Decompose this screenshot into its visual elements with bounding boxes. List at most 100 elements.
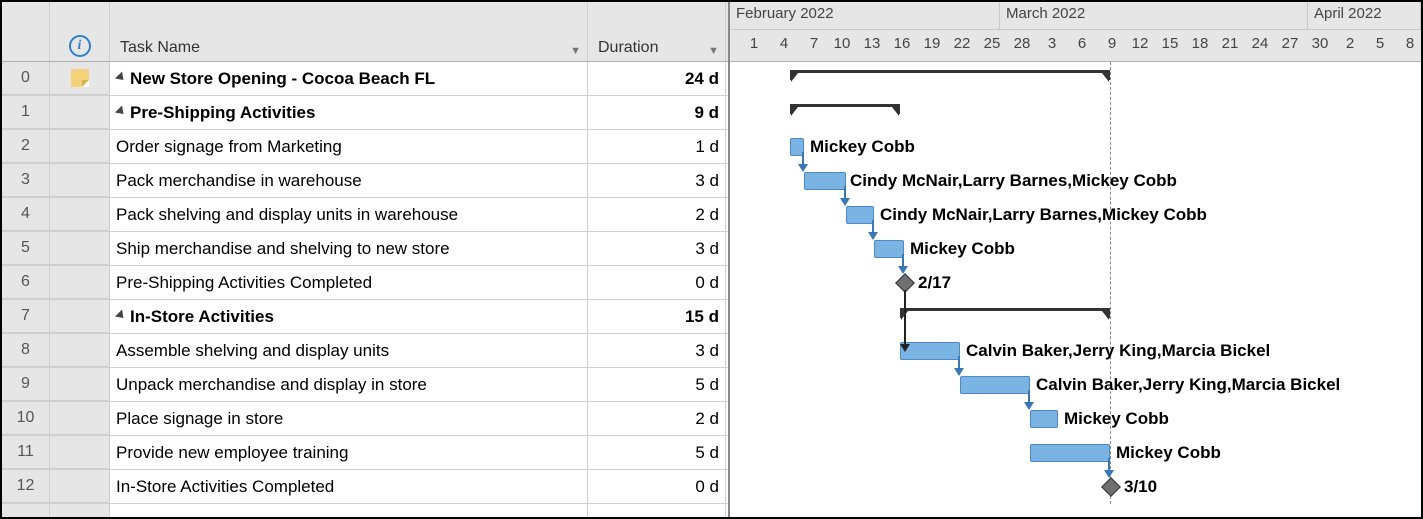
resource-label: Cindy McNair,Larry Barnes,Mickey Cobb <box>850 171 1177 191</box>
task-name-label: New Store Opening - Cocoa Beach FL <box>130 69 435 89</box>
task-name-header[interactable]: Task Name ▼ <box>110 2 588 61</box>
day-label: 6 <box>1068 35 1096 52</box>
task-name-label: Place signage in store <box>116 409 283 429</box>
task-name-cell[interactable]: Ship merchandise and shelving to new sto… <box>110 232 588 265</box>
day-label: 4 <box>770 35 798 52</box>
row-index[interactable]: 12 <box>2 470 50 503</box>
duration-cell[interactable]: 1 d <box>588 130 726 163</box>
table-row[interactable]: 9 Unpack merchandise and display in store… <box>2 368 728 402</box>
day-label: 18 <box>1186 35 1214 52</box>
table-row[interactable]: 10 Place signage in store 2 d <box>2 402 728 436</box>
resource-label: Mickey Cobb <box>810 137 915 157</box>
table-row[interactable]: 11 Provide new employee training 5 d <box>2 436 728 470</box>
day-label: 15 <box>1156 35 1184 52</box>
duration-cell[interactable]: 0 d <box>588 266 726 299</box>
task-name-cell[interactable]: Order signage from Marketing <box>110 130 588 163</box>
summary-bar[interactable] <box>790 70 1110 80</box>
table-row[interactable]: 12 In-Store Activities Completed0 d <box>2 470 728 504</box>
duration-cell[interactable]: 5 d <box>588 368 726 401</box>
expander-icon[interactable] <box>115 105 127 117</box>
row-index[interactable]: 6 <box>2 266 50 299</box>
task-name-cell[interactable]: New Store Opening - Cocoa Beach FL <box>110 62 588 95</box>
table-row[interactable]: 1 Pre-Shipping Activities 9 d <box>2 96 728 130</box>
task-name-label: Pack merchandise in warehouse <box>116 171 362 191</box>
table-row[interactable]: 4 Pack shelving and display units in ware… <box>2 198 728 232</box>
milestone-icon[interactable] <box>1101 477 1121 497</box>
row-index[interactable]: 1 <box>2 96 50 129</box>
duration-cell[interactable]: 24 d <box>588 62 726 95</box>
duration-cell[interactable]: 9 d <box>588 96 726 129</box>
row-index-header[interactable] <box>2 2 50 61</box>
row-index[interactable]: 2 <box>2 130 50 163</box>
day-label: 16 <box>888 35 916 52</box>
task-grid: i Task Name ▼ Duration ▼ 0 New Store Open… <box>2 2 730 517</box>
task-name-label: Provide new employee training <box>116 443 348 463</box>
duration-cell[interactable]: 3 d <box>588 334 726 367</box>
task-name-label: Ship merchandise and shelving to new sto… <box>116 239 450 259</box>
duration-header[interactable]: Duration ▼ <box>588 2 726 61</box>
task-name-label: Pre-Shipping Activities <box>130 103 315 123</box>
table-row[interactable]: 6 Pre-Shipping Activities Completed0 d <box>2 266 728 300</box>
day-label: 28 <box>1008 35 1036 52</box>
duration-cell[interactable]: 15 d <box>588 300 726 333</box>
task-name-cell[interactable]: In-Store Activities Completed <box>110 470 588 503</box>
row-index[interactable]: 11 <box>2 436 50 469</box>
milestone-label: 2/17 <box>918 273 951 293</box>
day-label: 22 <box>948 35 976 52</box>
table-row[interactable]: 3 Pack merchandise in warehouse 3 d <box>2 164 728 198</box>
duration-cell[interactable]: 3 d <box>588 232 726 265</box>
note-icon <box>71 69 89 87</box>
indicator-cell <box>50 198 110 231</box>
row-index[interactable]: 4 <box>2 198 50 231</box>
duration-cell[interactable]: 0 d <box>588 470 726 503</box>
day-label: 9 <box>1098 35 1126 52</box>
dropdown-icon[interactable]: ▼ <box>708 45 719 57</box>
duration-cell[interactable]: 5 d <box>588 436 726 469</box>
expander-icon[interactable] <box>115 71 127 83</box>
row-index[interactable]: 5 <box>2 232 50 265</box>
task-bar[interactable] <box>1030 444 1110 462</box>
link-arrow-icon <box>954 356 966 376</box>
row-index[interactable]: 7 <box>2 300 50 333</box>
task-name-cell[interactable]: Provide new employee training <box>110 436 588 469</box>
indicator-cell <box>50 164 110 197</box>
day-label: 13 <box>858 35 886 52</box>
task-name-cell[interactable]: Pack shelving and display units in wareh… <box>110 198 588 231</box>
indicator-header[interactable]: i <box>50 2 110 61</box>
row-index[interactable]: 10 <box>2 402 50 435</box>
row-index[interactable]: 3 <box>2 164 50 197</box>
indicator-cell <box>50 402 110 435</box>
table-row[interactable]: 2 Order signage from Marketing1 d <box>2 130 728 164</box>
task-name-cell[interactable]: Pre-Shipping Activities <box>110 96 588 129</box>
row-index[interactable]: 8 <box>2 334 50 367</box>
month-label: March 2022 <box>1000 2 1308 29</box>
task-name-cell[interactable]: Unpack merchandise and display in store <box>110 368 588 401</box>
task-name-label: In-Store Activities <box>130 307 274 327</box>
day-label: 3 <box>1038 35 1066 52</box>
task-bar[interactable] <box>1030 410 1058 428</box>
dropdown-icon[interactable]: ▼ <box>570 45 581 57</box>
link-arrow-icon <box>1104 458 1116 478</box>
row-index[interactable]: 0 <box>2 62 50 95</box>
expander-icon[interactable] <box>115 309 127 321</box>
table-row[interactable]: 0 New Store Opening - Cocoa Beach FL 24 d <box>2 62 728 96</box>
table-row[interactable]: 5 Ship merchandise and shelving to new st… <box>2 232 728 266</box>
task-name-cell[interactable]: Pack merchandise in warehouse <box>110 164 588 197</box>
task-name-cell[interactable]: Assemble shelving and display units <box>110 334 588 367</box>
duration-cell[interactable]: 2 d <box>588 198 726 231</box>
task-name-label: Unpack merchandise and display in store <box>116 375 427 395</box>
table-row[interactable]: 8 Assemble shelving and display units3 d <box>2 334 728 368</box>
duration-cell[interactable]: 2 d <box>588 402 726 435</box>
duration-cell[interactable]: 3 d <box>588 164 726 197</box>
task-name-cell[interactable]: Pre-Shipping Activities Completed <box>110 266 588 299</box>
task-name-cell[interactable]: Place signage in store <box>110 402 588 435</box>
task-bar[interactable] <box>960 376 1030 394</box>
summary-bar[interactable] <box>900 308 1110 318</box>
row-index[interactable]: 9 <box>2 368 50 401</box>
gantt-chart[interactable]: February 2022March 2022April 2022 147101… <box>730 2 1421 517</box>
month-label: February 2022 <box>730 2 1000 29</box>
summary-bar[interactable] <box>790 104 900 114</box>
table-row[interactable]: 7 In-Store Activities 15 d <box>2 300 728 334</box>
task-name-cell[interactable]: In-Store Activities <box>110 300 588 333</box>
link-arrow-icon <box>898 254 910 274</box>
